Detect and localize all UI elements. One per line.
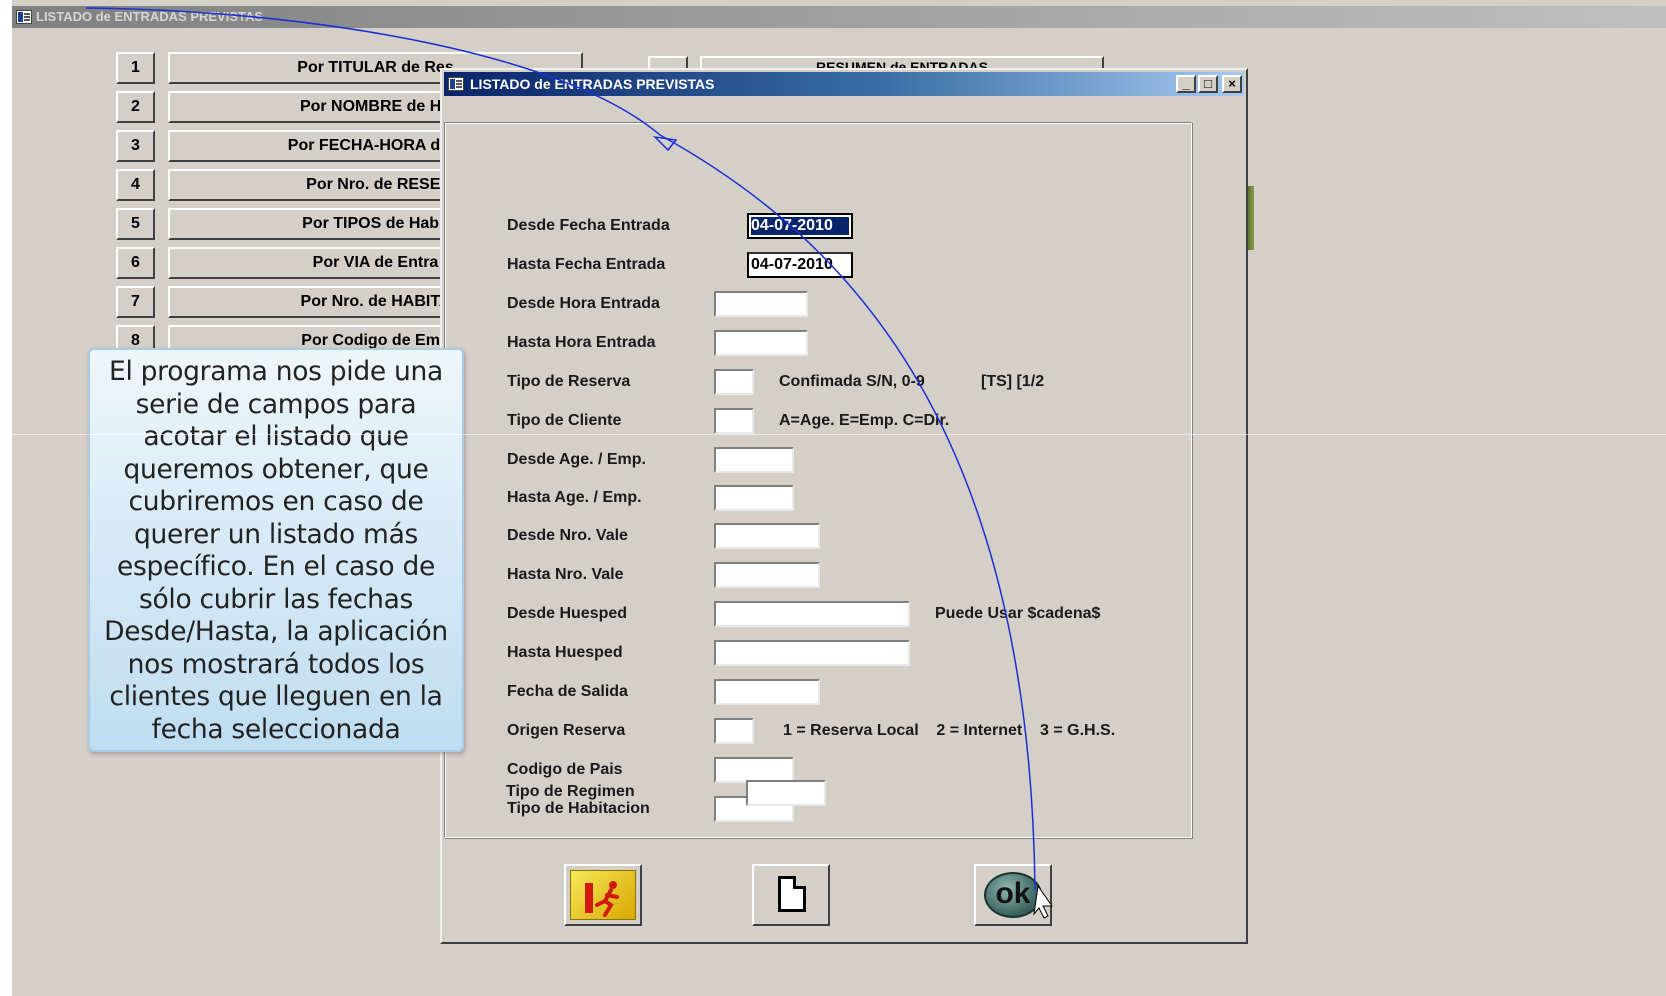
blank-page-icon — [778, 876, 806, 912]
tipo-reserva-input[interactable] — [714, 369, 754, 395]
desde-hora-entrada-input[interactable] — [714, 291, 808, 317]
exit-button[interactable] — [564, 864, 642, 926]
exit-door-running-icon — [570, 870, 636, 920]
origen-reserva-hint: 1 = Reserva Local 2 = Internet 3 = G.H.S… — [783, 722, 1116, 739]
hasta-fecha-entrada-input[interactable] — [747, 252, 853, 278]
close-button[interactable]: × — [1222, 75, 1242, 93]
tipo-regimen-input[interactable] — [746, 780, 826, 806]
menu-number-4-button[interactable]: 4 — [116, 169, 155, 201]
listado-entradas-dialog: LISTADO de ENTRADAS PREVISTAS _ □ × Desd… — [440, 68, 1248, 944]
menu-number-2-button[interactable]: 2 — [116, 91, 155, 123]
hasta-nro-vale-label: Hasta Nro. Vale — [507, 566, 624, 583]
desde-age-emp-input[interactable] — [714, 447, 794, 473]
desde-nro-vale-input[interactable] — [714, 523, 820, 549]
tipo-reserva-hint: Confimada S/N, 0-9 — [779, 373, 925, 390]
menu-number-1-button[interactable]: 1 — [116, 52, 155, 84]
desde-huesped-label: Desde Huesped — [507, 605, 628, 622]
desde-huesped-input[interactable] — [714, 601, 910, 627]
desde-huesped-hint: Puede Usar $cadena$ — [935, 605, 1101, 622]
hasta-nro-vale-input[interactable] — [714, 562, 820, 588]
ok-button[interactable]: ok — [974, 864, 1052, 926]
background-window-titlebar: LISTADO de ENTRADAS PREVISTAS — [12, 6, 1666, 28]
new-report-button[interactable] — [752, 864, 830, 926]
maximize-button[interactable]: □ — [1198, 75, 1218, 93]
scroll-thumb[interactable] — [1247, 186, 1254, 250]
menu-number-3-button[interactable]: 3 — [116, 130, 155, 162]
hasta-hora-entrada-input[interactable] — [714, 330, 808, 356]
filter-fields-group: Desde Fecha Entrada Hasta Fecha Entrada … — [444, 122, 1192, 838]
origen-reserva-label: Origen Reserva — [507, 722, 626, 739]
desde-hora-entrada-label: Desde Hora Entrada — [507, 295, 660, 312]
desde-fecha-entrada-input[interactable] — [747, 213, 853, 239]
minimize-button[interactable]: _ — [1176, 75, 1196, 93]
hasta-hora-entrada-label: Hasta Hora Entrada — [507, 334, 656, 351]
tipo-cliente-input[interactable] — [714, 408, 754, 434]
menu-number-6-button[interactable]: 6 — [116, 247, 155, 279]
hasta-age-emp-label: Hasta Age. / Emp. — [507, 489, 642, 506]
hasta-age-emp-input[interactable] — [714, 485, 794, 511]
origen-reserva-input[interactable] — [714, 718, 754, 744]
desde-fecha-entrada-label: Desde Fecha Entrada — [507, 217, 670, 234]
dialog-titlebar[interactable]: LISTADO de ENTRADAS PREVISTAS _ □ × — [444, 72, 1244, 96]
tipo-reserva-label: Tipo de Reserva — [507, 373, 631, 390]
dialog-window-icon — [448, 77, 464, 91]
ok-button-label: ok — [984, 872, 1042, 918]
codigo-pais-label: Codigo de Pais — [507, 761, 623, 778]
screen-guide-line — [12, 434, 1666, 435]
desde-age-emp-label: Desde Age. / Emp. — [507, 451, 646, 468]
hasta-fecha-entrada-label: Hasta Fecha Entrada — [507, 256, 666, 273]
tipo-reserva-hint-extra: [TS] [1/2 — [981, 373, 1045, 390]
tipo-cliente-label: Tipo de Cliente — [507, 412, 622, 429]
app-window-icon — [16, 10, 32, 24]
tutorial-callout: El programa nos pide una serie de campos… — [88, 348, 464, 752]
background-window-title: LISTADO de ENTRADAS PREVISTAS — [36, 9, 264, 24]
fecha-salida-input[interactable] — [714, 679, 820, 705]
tipo-regimen-label: Tipo de Regimen — [506, 783, 635, 800]
menu-number-5-button[interactable]: 5 — [116, 208, 155, 240]
fecha-salida-label: Fecha de Salida — [507, 683, 628, 700]
hasta-huesped-label: Hasta Huesped — [507, 644, 623, 661]
desde-nro-vale-label: Desde Nro. Vale — [507, 527, 628, 544]
hasta-huesped-input[interactable] — [714, 640, 910, 666]
tipo-habitacion-label: Tipo de Habitacion — [507, 800, 650, 817]
menu-number-7-button[interactable]: 7 — [116, 286, 155, 318]
tipo-cliente-hint: A=Age. E=Emp. C=Dir. — [779, 412, 950, 429]
dialog-title: LISTADO de ENTRADAS PREVISTAS — [470, 76, 715, 92]
